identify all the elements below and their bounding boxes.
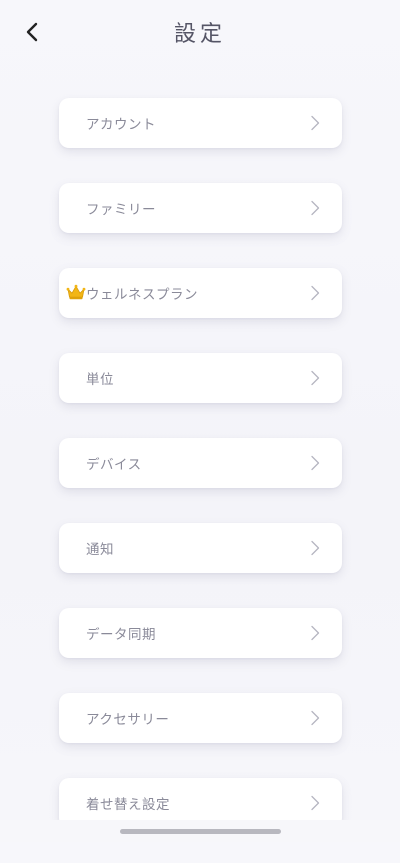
- chevron-right-icon: [311, 115, 320, 131]
- menu-item-label: アカウント: [86, 117, 156, 133]
- chevron-right-icon: [311, 795, 320, 811]
- chevron-right-icon: [311, 625, 320, 641]
- menu-item-account[interactable]: アカウント: [59, 98, 342, 148]
- menu-item-label: 着せ替え設定: [86, 797, 170, 813]
- menu-item-units[interactable]: 単位: [59, 353, 342, 403]
- menu-item-label: データ同期: [86, 627, 156, 643]
- chevron-right-icon: [311, 540, 320, 556]
- chevron-right-icon: [311, 285, 320, 301]
- menu-item-family[interactable]: ファミリー: [59, 183, 342, 233]
- menu-item-wellness-plan[interactable]: ウェルネスプラン: [59, 268, 342, 318]
- home-indicator[interactable]: [120, 829, 281, 834]
- menu-item-label: ファミリー: [86, 202, 156, 218]
- menu-item-label: 単位: [86, 372, 114, 388]
- menu-item-devices[interactable]: デバイス: [59, 438, 342, 488]
- menu-item-label: 通知: [86, 542, 114, 558]
- menu-item-accessories[interactable]: アクセサリー: [59, 693, 342, 743]
- header: 設定: [0, 0, 400, 64]
- chevron-right-icon: [311, 370, 320, 386]
- page-title: 設定: [173, 22, 226, 47]
- chevron-right-icon: [311, 710, 320, 726]
- menu-item-data-sync[interactable]: データ同期: [59, 608, 342, 658]
- chevron-right-icon: [311, 200, 320, 216]
- chevron-right-icon: [311, 455, 320, 471]
- settings-menu: アカウント ファミリー ウェルネスプラン 単位 デバイス 通知 データ同期 アク…: [59, 98, 342, 863]
- menu-item-label: アクセサリー: [86, 712, 170, 728]
- menu-item-label: デバイス: [86, 457, 142, 473]
- menu-item-notifications[interactable]: 通知: [59, 523, 342, 573]
- menu-item-label: ウェルネスプラン: [86, 287, 198, 303]
- crown-icon: [66, 284, 86, 300]
